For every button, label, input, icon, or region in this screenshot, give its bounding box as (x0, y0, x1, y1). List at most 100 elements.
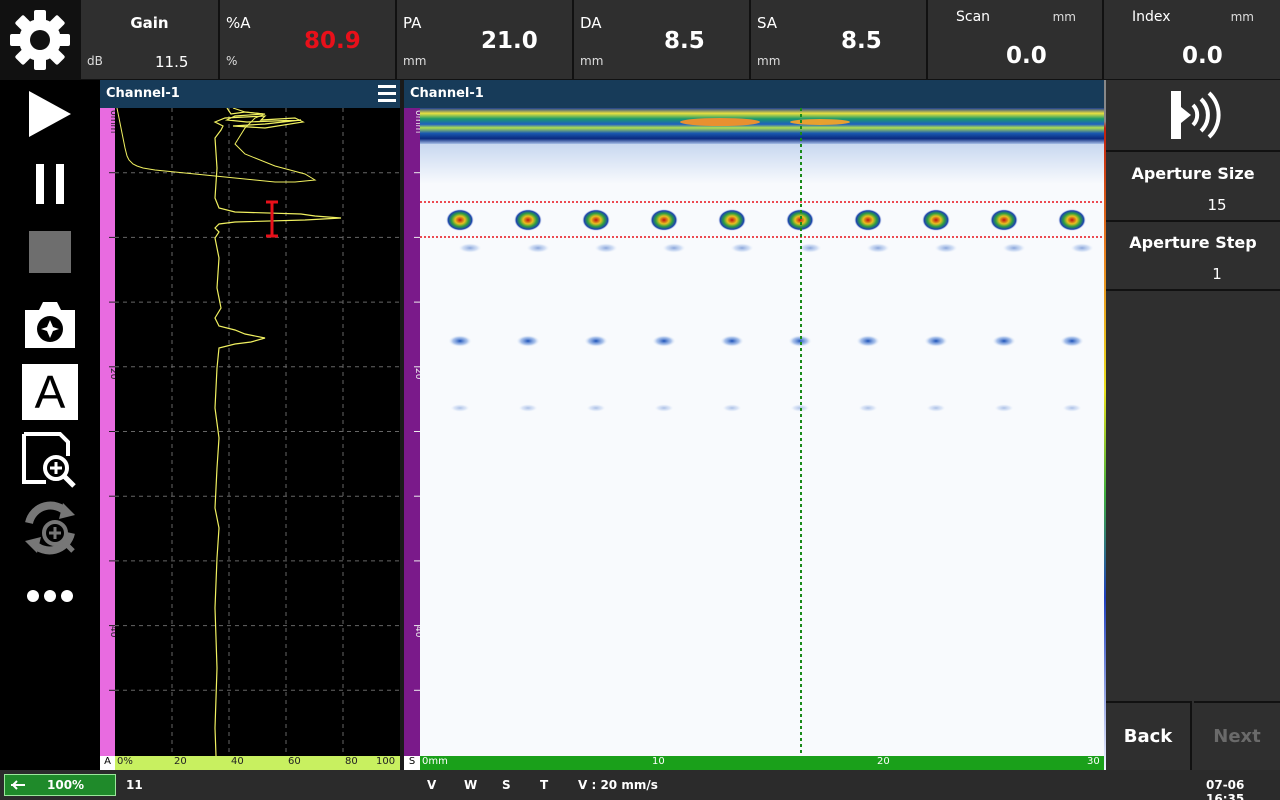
tertiary-echo (994, 404, 1014, 412)
rotate-zoom-icon (25, 501, 75, 555)
defect-echo (922, 209, 950, 231)
bscan-title: Channel-1 (410, 86, 484, 101)
play-button[interactable] (14, 82, 86, 146)
stop-button[interactable] (14, 220, 86, 284)
battery-charging-icon (11, 780, 25, 790)
defect-tail (1002, 243, 1026, 253)
bscan-depth-tick-0: 0mm (413, 110, 420, 133)
pause-button[interactable] (14, 152, 86, 216)
index-readout: Index mm 0.0 (1104, 0, 1280, 79)
defect-echo (582, 209, 610, 231)
gain-value: 11.5 (155, 53, 189, 71)
defect-tail (730, 243, 754, 253)
amplitude-readout: %A % 80.9 (220, 0, 396, 79)
gain-label: Gain (130, 14, 169, 32)
defect-tail (594, 243, 618, 253)
more-button[interactable] (14, 564, 86, 628)
surface-hotspot (680, 118, 760, 126)
more-icon (27, 590, 73, 602)
ascan-depth-tick-40: 40 (108, 626, 115, 638)
bscan-panel: Channel-1 0mm 20 40 0mm 10 20 30 S (404, 80, 1104, 770)
right-settings-panel: Aperture Size 15 Aperture Step 1 Back Ne… (1106, 80, 1280, 770)
scan-unit: mm (1052, 10, 1076, 24)
da-value: 8.5 (664, 28, 705, 54)
zoom-button[interactable] (14, 428, 86, 492)
tertiary-echo (722, 404, 742, 412)
capture-button[interactable] (14, 292, 86, 356)
settings-button[interactable] (0, 0, 80, 80)
pa-unit: mm (403, 54, 427, 68)
tertiary-echo (654, 404, 674, 412)
amp-tick-0: 0% (117, 756, 133, 767)
amplitude-unit: % (226, 54, 238, 68)
play-icon (29, 91, 71, 137)
amplitude-value: 80.9 (304, 28, 361, 54)
gate-marker[interactable] (266, 200, 278, 238)
ultrasound-wave-button[interactable] (1106, 80, 1280, 152)
auto-a-letter: A (34, 366, 66, 418)
defect-tail (662, 243, 686, 253)
defect-echo (650, 209, 678, 231)
scan-readout: Scan mm 0.0 (928, 0, 1103, 79)
left-toolbar: A (0, 80, 100, 770)
status-count: 11 (126, 778, 143, 792)
scan-tick-10: 10 (652, 756, 665, 767)
sa-unit: mm (757, 54, 781, 68)
gain-unit: dB (87, 54, 103, 68)
auto-gain-button[interactable]: A (14, 360, 86, 424)
bscan-depth-tick-40: 40 (413, 626, 420, 638)
rotate-zoom-button[interactable] (14, 496, 86, 560)
tertiary-echo (1062, 404, 1082, 412)
scan-value: 0.0 (1006, 43, 1047, 69)
aperture-size-value: 15 (1207, 196, 1227, 214)
battery-percent: 100% (47, 778, 85, 792)
camera-icon (25, 302, 75, 348)
ultrasound-wave-icon (1171, 91, 1221, 139)
scan-tick-30: 30 (1087, 756, 1100, 767)
bscan-header: Channel-1 (404, 80, 1104, 108)
ascan-header: Channel-1 (100, 80, 400, 108)
index-unit: mm (1230, 10, 1254, 24)
defect-echo (990, 209, 1018, 231)
bscan-depth-ruler: 0mm 20 40 (404, 108, 423, 756)
aperture-step-control[interactable]: Aperture Step 1 (1106, 223, 1280, 291)
status-velocity: V : 20 mm/s (578, 778, 658, 792)
defect-tail (526, 243, 550, 253)
index-label: Index (1132, 9, 1171, 25)
ascan-title: Channel-1 (106, 86, 180, 101)
hamburger-menu-icon[interactable] (378, 83, 396, 105)
da-unit: mm (580, 54, 604, 68)
surface-echo-band (420, 108, 1104, 144)
tertiary-echo (926, 404, 946, 412)
auto-a-icon: A (22, 364, 78, 420)
aperture-size-control[interactable]: Aperture Size 15 (1106, 154, 1280, 222)
amp-tick-60: 60 (288, 756, 301, 767)
top-parameter-bar: Gain dB 11.5 %A % 80.9 PA mm 21.0 DA mm … (0, 0, 1280, 80)
pa-readout: PA mm 21.0 (397, 0, 573, 79)
back-button[interactable]: Back (1106, 701, 1192, 770)
ascan-grid (115, 108, 400, 756)
amp-tick-100: 100 (376, 756, 396, 767)
near-field-fade (420, 144, 1104, 184)
status-bar: 100% 11 V W S T V : 20 mm/s 07-06 16:35 (0, 770, 1280, 800)
tertiary-echo (586, 404, 606, 412)
gain-control[interactable]: Gain dB 11.5 (81, 0, 219, 79)
ascan-plot[interactable] (115, 107, 400, 757)
amp-tick-40: 40 (231, 756, 244, 767)
status-s: S (502, 778, 511, 792)
amp-tick-80: 80 (345, 756, 358, 767)
battery-indicator: 100% (4, 774, 116, 796)
next-button[interactable]: Next (1194, 701, 1280, 770)
aperture-step-value: 1 (1212, 265, 1222, 283)
pause-icon (36, 164, 64, 204)
da-readout: DA mm 8.5 (574, 0, 750, 79)
tertiary-echo (858, 404, 878, 412)
defect-tail (458, 243, 482, 253)
defect-echo (1058, 209, 1086, 231)
bscan-image[interactable] (420, 108, 1104, 756)
secondary-echo (448, 335, 472, 347)
sa-value: 8.5 (841, 28, 882, 54)
pa-label: PA (403, 14, 422, 32)
bscan-depth-tick-20: 20 (413, 368, 420, 380)
defect-echo (514, 209, 542, 231)
